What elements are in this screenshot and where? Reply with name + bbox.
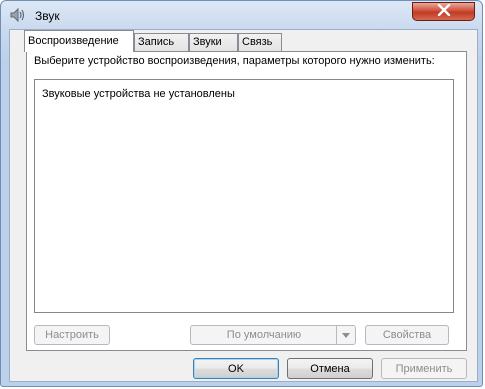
configure-button-label: Настроить bbox=[45, 329, 99, 341]
ok-button-label: OK bbox=[228, 362, 244, 375]
properties-button[interactable]: Свойства bbox=[365, 325, 449, 345]
empty-list-message: Звуковые устройства не установлены bbox=[42, 88, 235, 100]
close-icon bbox=[437, 3, 451, 19]
close-button[interactable] bbox=[412, 2, 475, 21]
tab-recording[interactable]: Запись bbox=[134, 33, 189, 51]
window-title: Звук bbox=[35, 9, 60, 23]
dialog-client-area: Воспроизведение Запись Звуки Связь Выбер… bbox=[9, 29, 478, 382]
tab-sounds[interactable]: Звуки bbox=[189, 33, 238, 51]
tab-label: Связь bbox=[242, 36, 273, 48]
set-default-button[interactable]: По умолчанию bbox=[190, 325, 356, 345]
tab-playback[interactable]: Воспроизведение bbox=[24, 30, 134, 52]
set-default-button-label: По умолчанию bbox=[226, 329, 302, 341]
cancel-button[interactable]: Отмена bbox=[287, 358, 373, 379]
instruction-text: Выберите устройство воспроизведения, пар… bbox=[34, 55, 435, 67]
configure-button[interactable]: Настроить bbox=[34, 325, 110, 345]
playback-panel: Выберите устройство воспроизведения, пар… bbox=[26, 51, 467, 351]
cancel-button-label: Отмена bbox=[310, 362, 350, 375]
apply-button[interactable]: Применить bbox=[381, 358, 467, 379]
tab-label: Запись bbox=[138, 36, 175, 48]
tab-label: Воспроизведение bbox=[28, 35, 119, 47]
chevron-down-icon[interactable] bbox=[336, 326, 355, 344]
device-list[interactable]: Звуковые устройства не установлены bbox=[34, 79, 454, 313]
tab-communications[interactable]: Связь bbox=[238, 33, 282, 51]
tab-label: Звуки bbox=[193, 36, 222, 48]
apply-button-label: Применить bbox=[395, 362, 453, 375]
sound-dialog: Звук Воспроизведение Запись Звуки Связь … bbox=[0, 0, 483, 387]
speaker-icon bbox=[9, 7, 27, 23]
properties-button-label: Свойства bbox=[382, 329, 432, 341]
ok-button[interactable]: OK bbox=[193, 358, 279, 379]
